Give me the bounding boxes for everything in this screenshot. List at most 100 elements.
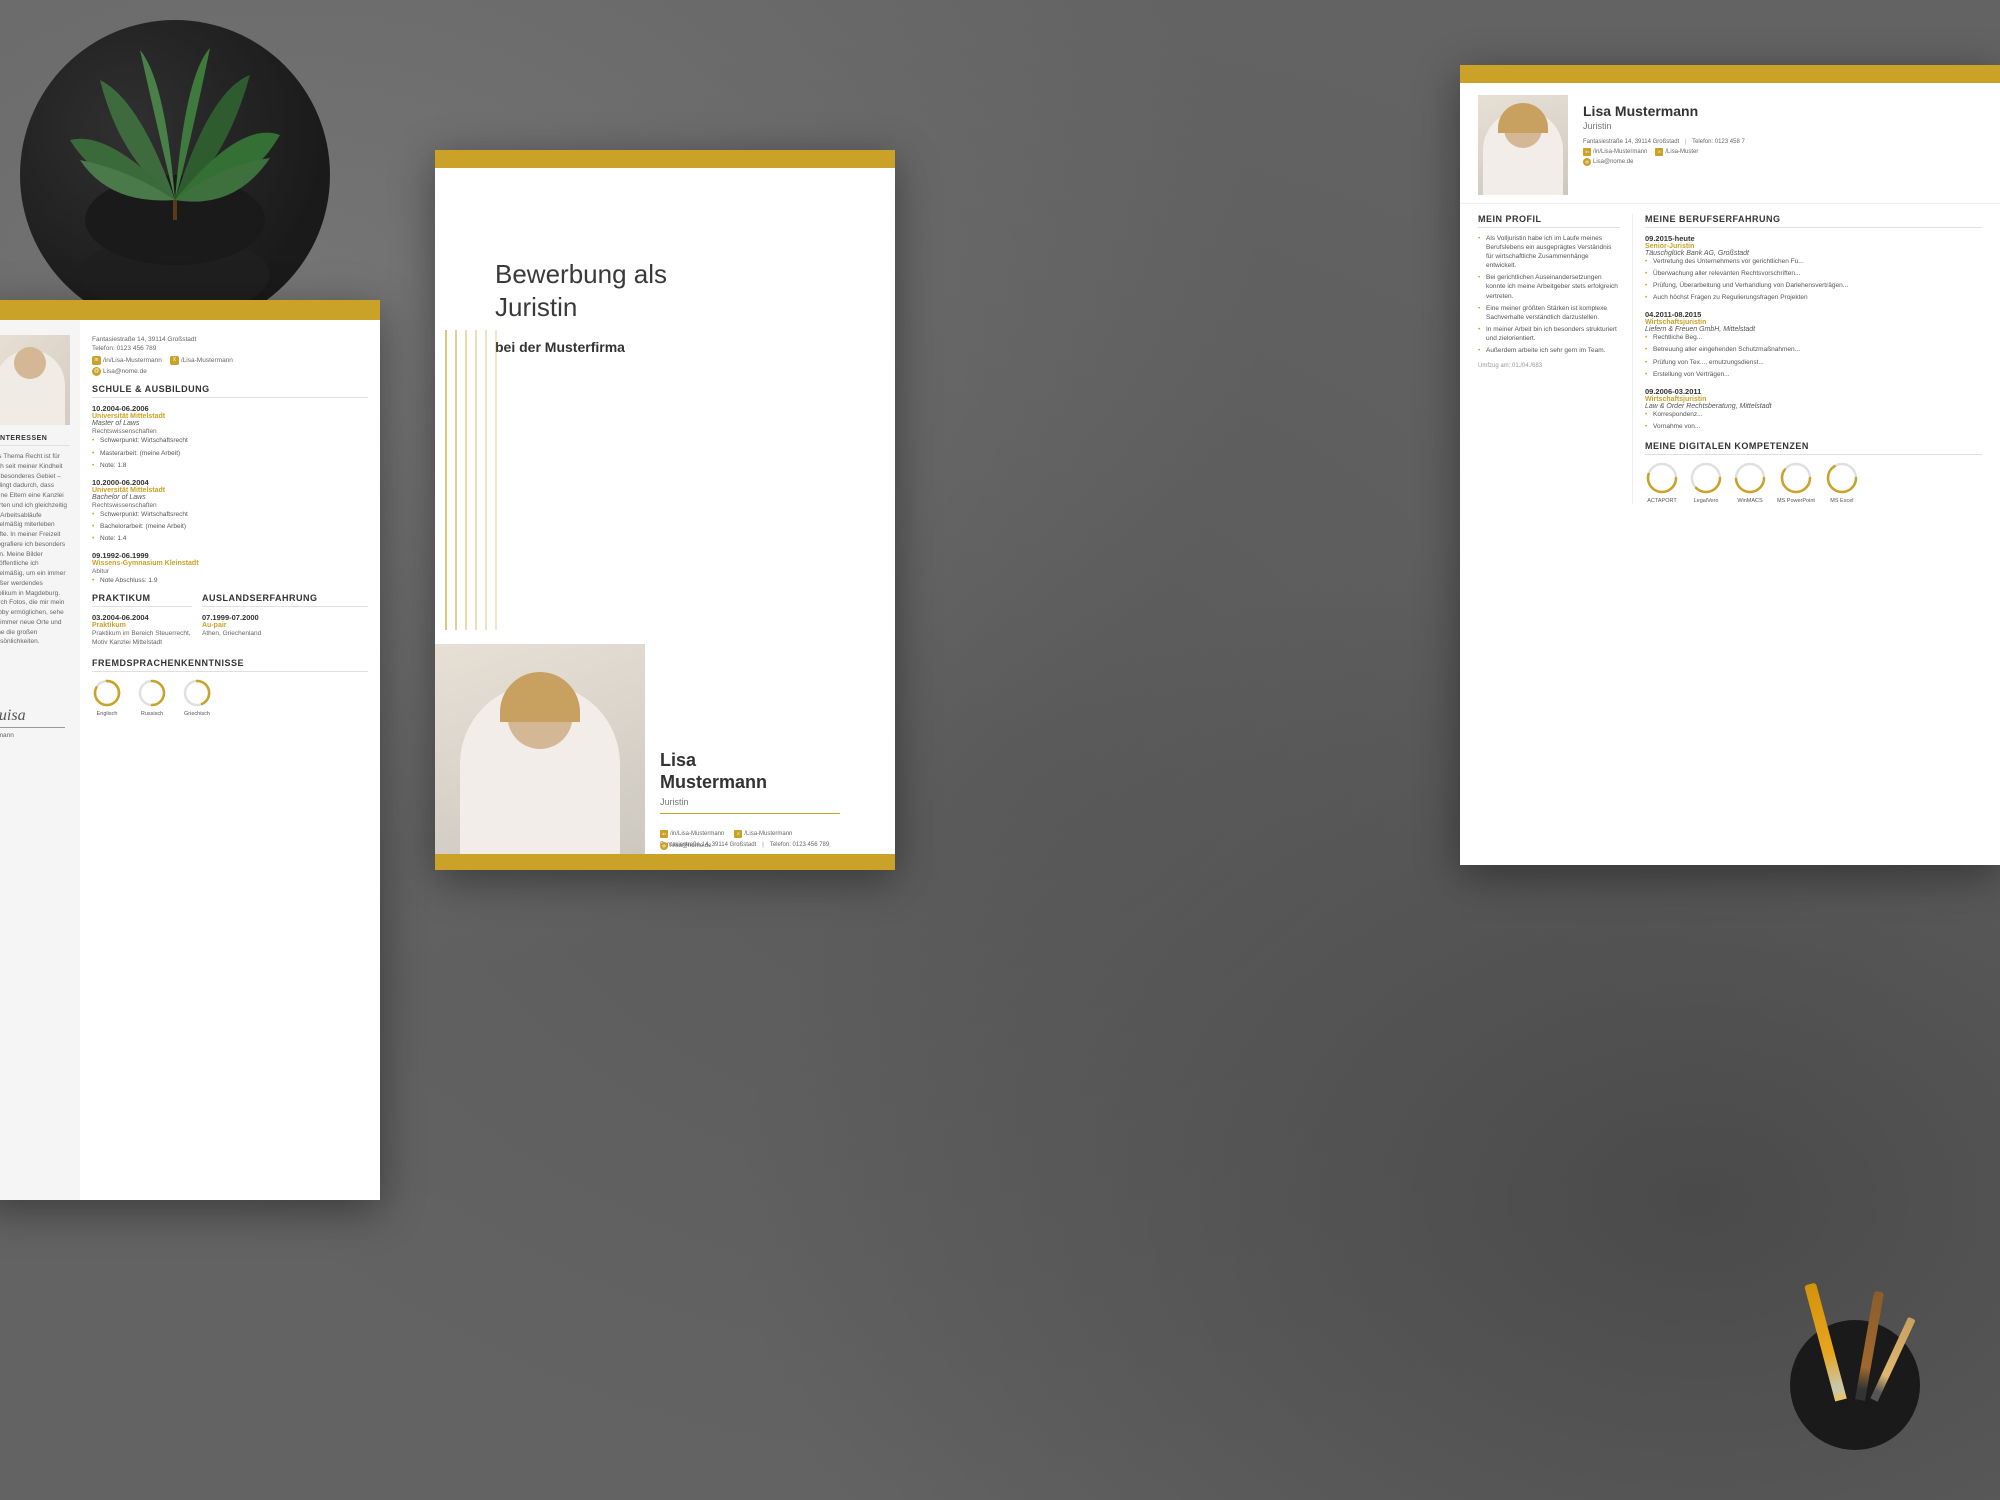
entry3-details: Note Abschluss: 1.9 [92, 576, 368, 585]
legalvero-circle-icon [1689, 461, 1723, 495]
right-col-beruf: Meine Berufserfahrung 09.2015-heute Seni… [1633, 214, 1982, 504]
praktikum-job-title: Praktikum [92, 622, 192, 629]
center-gold-bar-top [435, 150, 895, 168]
entry2-date: 10.2000-06.2004 [92, 478, 368, 487]
language-circles: Englisch Russisch Gr [92, 678, 368, 717]
cover-title-line2: Juristin [495, 292, 577, 322]
lang-english: Englisch [92, 678, 122, 717]
profil-bullet-1: Bei gerichtlichen Auseinandersetzungen k… [1478, 273, 1620, 300]
left-contact-header: Fantasiestraße 14, 39114 Großstadt Telef… [92, 335, 368, 376]
doc-left-photo [0, 335, 70, 425]
center-email-icon: @ [660, 842, 668, 850]
praktikum-title: Praktikum [92, 593, 192, 607]
entry1-institution: Universität Mittelstadt [92, 413, 368, 420]
left-email: Lisa@nome.de [103, 367, 147, 376]
right-person-name: Lisa Mustermann [1583, 103, 1745, 119]
cover-company: bei der Musterfirma [495, 339, 835, 355]
signature: Luisa [0, 707, 65, 728]
job-entry-2: 04.2011-08.2015 Wirtschaftsjuristin Lief… [1645, 310, 1982, 378]
praktikum-ausland-section: Praktikum 03.2004-06.2004 Praktikum Prak… [92, 593, 368, 647]
center-gold-divider [660, 813, 840, 815]
center-linkedin-icon: in [660, 830, 668, 838]
cover-title-line1: Bewerbung als [495, 259, 667, 289]
powerpoint-circle-icon [1779, 461, 1813, 495]
right-contact-area: Fantasiestraße 14, 39114 Großstadt | Tel… [1583, 139, 1745, 166]
praktikum-col: Praktikum 03.2004-06.2004 Praktikum Prak… [92, 593, 192, 647]
center-name-area: Lisa Mustermann Juristin [660, 750, 875, 820]
center-email-row: @ l.lisa@nome.de [660, 842, 711, 850]
lang-english-label: Englisch [97, 711, 118, 717]
linkedin-icon: in [92, 356, 101, 365]
entry1-detail-0: Schwerpunkt: Wirtschaftsrecht [92, 436, 368, 445]
center-social-row: in /in/Lisa-Mustermann X /Lisa-Musterman… [660, 830, 792, 838]
center-gold-bar-bottom [435, 854, 895, 870]
right-linkedin-icon: in [1583, 148, 1591, 156]
entry1-field: Rechtswissenschaften [92, 427, 368, 436]
job1-bullet-0: Vertretung des Unternehmens vor gerichtl… [1645, 257, 1982, 266]
entry3-date: 09.1992-06.1999 [92, 551, 368, 560]
entry3-detail-0: Note Abschluss: 1.9 [92, 576, 368, 585]
gold-line-2 [455, 330, 457, 630]
entry2-degree: Bachelor of Laws [92, 494, 368, 501]
plant-decoration [20, 20, 330, 330]
greek-circle-icon [182, 678, 212, 708]
gold-line-4 [475, 330, 477, 630]
right-phone-text: Telefon: 0123 458 7 [1692, 139, 1745, 145]
signer-name: termann [0, 731, 70, 740]
lang-greek: Griechisch [182, 678, 212, 717]
winmacs-circle-icon [1733, 461, 1767, 495]
right-email-row: @ Lisa@nome.de [1583, 158, 1745, 166]
job2-bullet-2: Prüfung von Tex..., ernutzungsdienst... [1645, 358, 1982, 367]
skill-powerpoint: MS PowerPoint [1777, 461, 1815, 504]
sidebar-interests-text: Das Thema Recht ist für mich seit meiner… [0, 452, 70, 647]
job2-bullets: Rechtliche Beg... Betreuung aller eingeh… [1645, 333, 1982, 378]
right-umbzug: Umfzug am: 01./04./683 [1478, 363, 1620, 369]
job1-bullet-2: Prüfung, Überarbeitung und Verhandlung v… [1645, 281, 1982, 290]
skill-winmacs: WinMACS [1733, 461, 1767, 504]
job3-company: Law & Order Rechtsberatung, Mittelstadt [1645, 403, 1982, 410]
school-entry-2: 10.2000-06.2004 Universität Mittelstadt … [92, 478, 368, 543]
right-digital-skills: Meine digitalen Kompetenzen ACTAPORT [1645, 441, 1982, 504]
right-addr-text: Fantasiestraße 14, 39114 Großstadt [1583, 139, 1679, 145]
gold-line-6 [495, 330, 497, 630]
left-phone: Telefon: 0123 456 789 [92, 344, 368, 353]
entry2-detail-2: Note: 1.4 [92, 534, 368, 543]
right-linkedin-text: /in/Lisa-Mustermann [1593, 149, 1647, 155]
languages-title: Fremdsprachenkenntnisse [92, 658, 368, 672]
left-xing: X /Lisa-Mustermann [170, 356, 233, 365]
job-entry-3: 09.2006-03.2011 Wirtschaftsjuristin Law … [1645, 387, 1982, 431]
ausland-job-title: Au-pair [202, 622, 368, 629]
ausland-title: Auslandserfahrung [202, 593, 368, 607]
right-social-links: in /in/Lisa-Mustermann X /Lisa-Muster [1583, 148, 1745, 156]
entry2-field: Rechtswissenschaften [92, 501, 368, 510]
left-linkedin: in /in/Lisa-Mustermann [92, 356, 162, 365]
school-section: Schule & Ausbildung 10.2004-06.2006 Univ… [92, 384, 368, 585]
right-col-profil: Mein Profil Als Volljuristin habe ich im… [1478, 214, 1633, 504]
right-name-section: Lisa Mustermann Juristin Fantasiestraße … [1583, 95, 1745, 195]
cover-title: Bewerbung als Juristin [495, 258, 835, 323]
job1-bullet-3: Auch höchst Fragen zu Regulierungsfragen… [1645, 293, 1982, 302]
entry1-detail-1: Masterarbeit: (meine Arbeit) [92, 449, 368, 458]
center-bottom-section: Lisa Mustermann Juristin Fantasiestraße … [435, 630, 895, 870]
job1-bullet-1: Überwachung aller relevanten Rechtsvorsc… [1645, 269, 1982, 278]
right-header: Lisa Mustermann Juristin Fantasiestraße … [1460, 83, 2000, 204]
skill-actaport: ACTAPORT [1645, 461, 1679, 504]
profil-bullet-4: Außerdem arbeite ich sehr gern im Team. [1478, 346, 1620, 355]
center-linkedin-text: /in/Lisa-Mustermann [670, 831, 724, 837]
job2-bullet-1: Betreuung aller eingehenden Schutzmaßnah… [1645, 345, 1982, 354]
left-email-row: @ Lisa@nome.de [92, 367, 368, 376]
entry2-detail-1: Bachelorarbeit: (meine Arbeit) [92, 522, 368, 531]
school-title: Schule & Ausbildung [92, 384, 368, 398]
center-person-name: Lisa Mustermann [660, 750, 875, 793]
entry2-institution: Universität Mittelstadt [92, 487, 368, 494]
job3-date: 09.2006-03.2011 [1645, 387, 1982, 396]
sidebar-interests-title: e Interessen [0, 435, 70, 446]
right-gold-bar-top [1460, 65, 2000, 83]
job2-bullet-0: Rechtliche Beg... [1645, 333, 1982, 342]
lang-russian-label: Russisch [141, 711, 163, 717]
gold-line-5 [485, 330, 487, 630]
doc-left-gold-bar [0, 300, 380, 320]
skill-excel: MS Excel [1825, 461, 1859, 504]
job1-date: 09.2015-heute [1645, 234, 1982, 243]
center-email: l.lisa@nome.de [670, 843, 711, 849]
